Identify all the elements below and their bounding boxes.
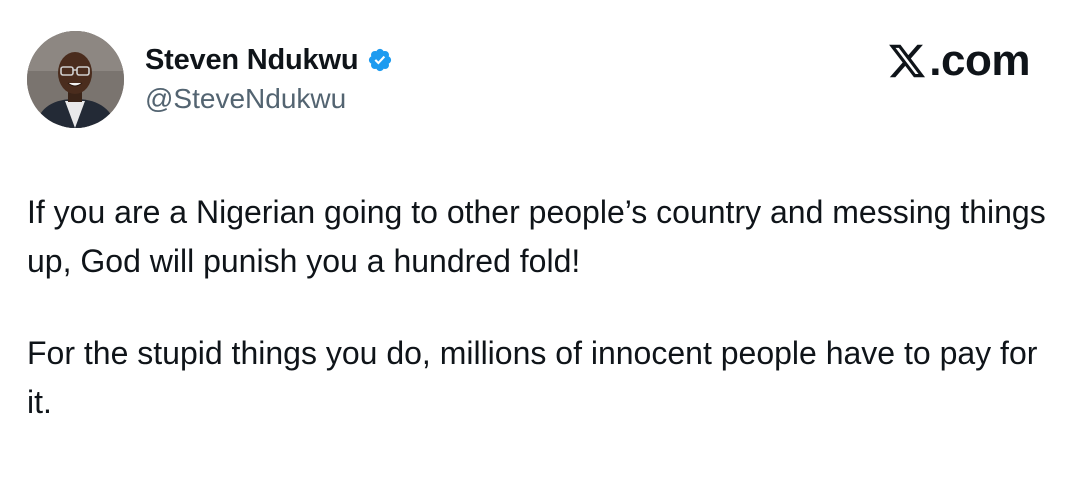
tweet-card: Steven Ndukwu @SteveNdukwu .com If you a…	[0, 0, 1082, 503]
verified-badge-icon	[367, 47, 393, 73]
tweet-text: If you are a Nigerian going to other peo…	[27, 188, 1047, 427]
x-logo-icon	[887, 41, 927, 81]
brand-domain-text: .com	[929, 36, 1030, 85]
tweet-paragraph-1: If you are a Nigerian going to other peo…	[27, 194, 1046, 279]
tweet-paragraph-2: For the stupid things you do, millions o…	[27, 335, 1038, 420]
author-handle[interactable]: @SteveNdukwu	[145, 83, 346, 115]
author-name-row: Steven Ndukwu	[145, 40, 393, 80]
avatar-photo	[27, 31, 124, 128]
avatar[interactable]	[27, 31, 124, 128]
brand-watermark: .com	[887, 36, 1030, 86]
author-display-name[interactable]: Steven Ndukwu	[145, 44, 359, 77]
